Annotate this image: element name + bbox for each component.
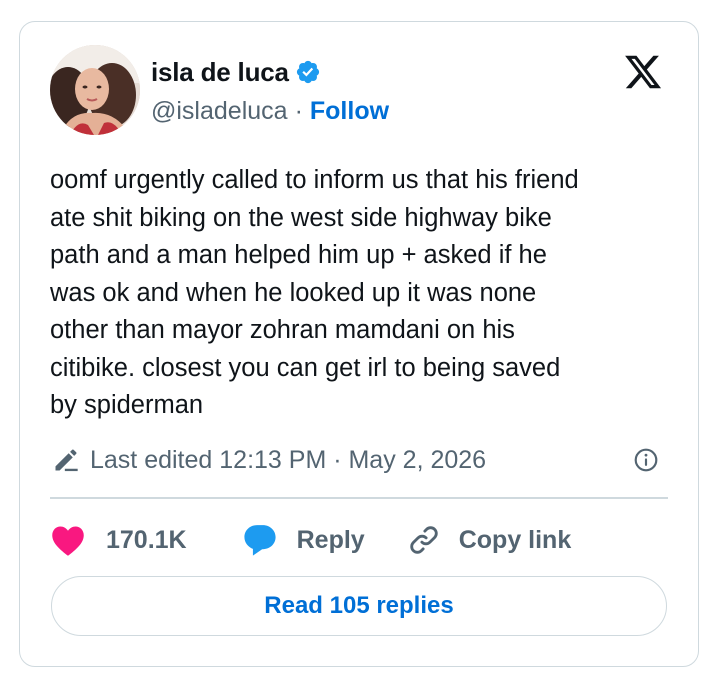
reply-label: Reply [296, 525, 365, 554]
action-bar: 170.1K Reply Copy link [50, 520, 571, 560]
edited-text: Last edited 12:13 PM · May 2, 2026 [90, 445, 487, 474]
author-name-row: isla de luca [151, 55, 321, 89]
speech-bubble-icon [244, 525, 276, 556]
handle[interactable]: @isladeluca [151, 97, 288, 126]
copy-link-button[interactable]: Copy link [407, 523, 572, 557]
x-logo-icon[interactable] [621, 52, 665, 92]
pencil-icon [55, 449, 78, 472]
separator: · [294, 96, 303, 125]
info-icon[interactable] [633, 447, 659, 473]
tweet-card: isla de luca @isladeluca · Follow oomf u… [19, 21, 699, 667]
profile-photo [50, 45, 140, 135]
follow-button[interactable]: Follow [310, 97, 389, 126]
tweet-text: oomf urgently called to inform us that h… [50, 166, 579, 419]
author-handle-row: @isladeluca · Follow [151, 94, 389, 128]
read-replies-button[interactable]: Read 105 replies [51, 576, 667, 636]
copy-link-label: Copy link [458, 525, 572, 554]
edited-timestamp-row[interactable]: Last edited 12:13 PM · May 2, 2026 [52, 442, 668, 478]
like-button[interactable]: 170.1K [50, 523, 187, 557]
divider [50, 497, 668, 499]
link-icon [410, 526, 438, 554]
heart-icon [52, 526, 84, 556]
verified-badge-icon [296, 60, 319, 84]
read-replies-label: Read 105 replies [264, 592, 454, 619]
display-name[interactable]: isla de luca [151, 57, 289, 88]
reply-button[interactable]: Reply [241, 523, 365, 557]
like-count: 170.1K [106, 525, 187, 554]
avatar[interactable] [50, 45, 140, 135]
